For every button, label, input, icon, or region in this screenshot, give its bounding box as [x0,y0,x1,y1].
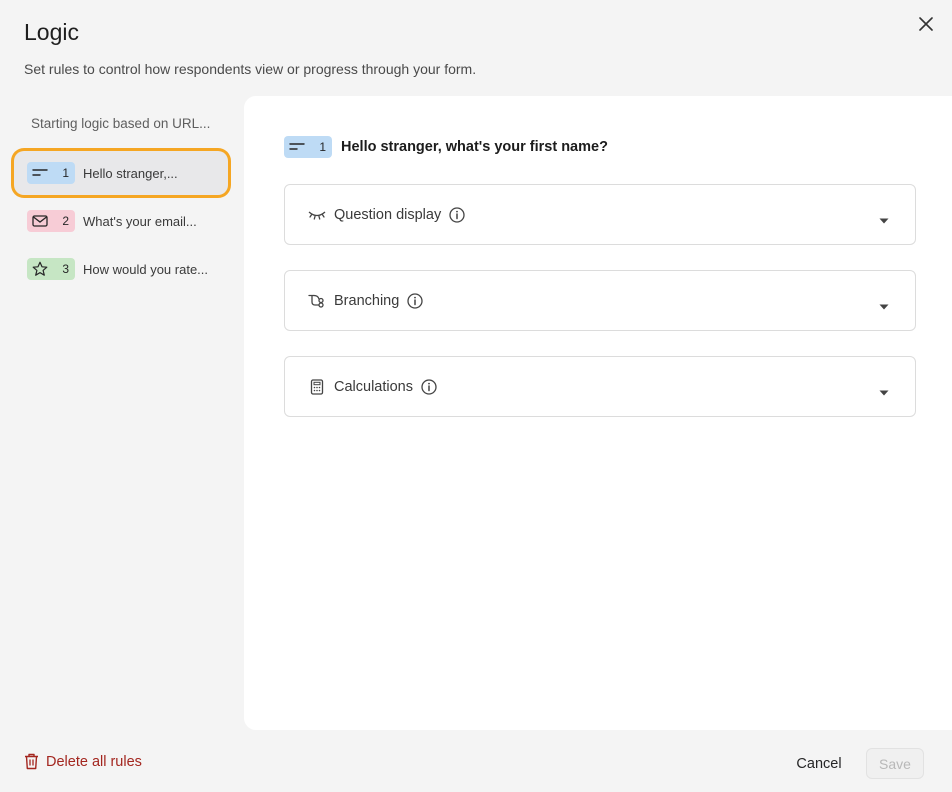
question-badge: 1 [284,136,332,158]
panel-label: Calculations [334,378,413,395]
mail-icon [32,215,48,227]
caret-down-icon [879,297,889,315]
logic-editor: 1 Hello stranger, what's your first name… [244,96,952,730]
question-number: 1 [62,166,69,180]
panel-label: Branching [334,292,400,309]
question-badge: 1 [27,162,75,184]
question-badge: 3 [27,258,75,280]
caret-down-icon [879,211,889,229]
sidebar-item-label: Hello stranger,... [83,165,178,181]
info-icon[interactable] [407,292,423,309]
trash-icon [25,753,38,770]
modal-subtitle: Set rules to control how respondents vie… [24,61,477,77]
question-number: 2 [62,214,69,228]
delete-all-rules-button[interactable]: Delete all rules [24,753,142,770]
branching-panel[interactable]: Branching [284,270,916,331]
panel-label: Question display [334,206,442,223]
starting-logic-link[interactable]: Starting logic based on URL... [31,116,210,131]
save-button[interactable]: Save [866,748,924,779]
question-display-panel[interactable]: Question display [284,184,916,245]
modal-header: Logic Set rules to control how responden… [24,18,476,78]
question-header: 1 Hello stranger, what's your first name… [284,136,608,158]
sidebar-item-question-3[interactable]: 3 How would you rate... [14,247,228,291]
short-text-icon [289,143,305,150]
short-text-icon [32,169,48,176]
question-sidebar: Starting logic based on URL... 1 Hello s… [0,96,244,730]
logic-modal: Logic Set rules to control how responden… [0,0,952,792]
question-badge: 2 [27,210,75,232]
sidebar-item-question-2[interactable]: 2 What's your email... [14,199,228,243]
calculations-panel[interactable]: Calculations [284,356,916,417]
info-icon[interactable] [449,206,465,223]
caret-down-icon [879,383,889,401]
question-title: Hello stranger, what's your first name? [341,139,608,155]
delete-all-rules-label: Delete all rules [46,753,142,770]
modal-title: Logic [24,19,79,45]
question-number: 1 [319,140,326,154]
close-icon [919,17,933,31]
cancel-button[interactable]: Cancel [788,753,850,775]
sidebar-item-label: How would you rate... [83,261,209,277]
star-icon [32,261,48,276]
sidebar-item-question-1[interactable]: 1 Hello stranger,... [14,151,228,195]
question-number: 3 [62,262,69,276]
eye-closed-icon [307,205,327,225]
close-button[interactable] [914,12,938,36]
info-icon[interactable] [421,378,437,395]
calculator-icon [307,377,327,397]
branch-icon [307,291,327,311]
sidebar-item-label: What's your email... [83,213,197,229]
